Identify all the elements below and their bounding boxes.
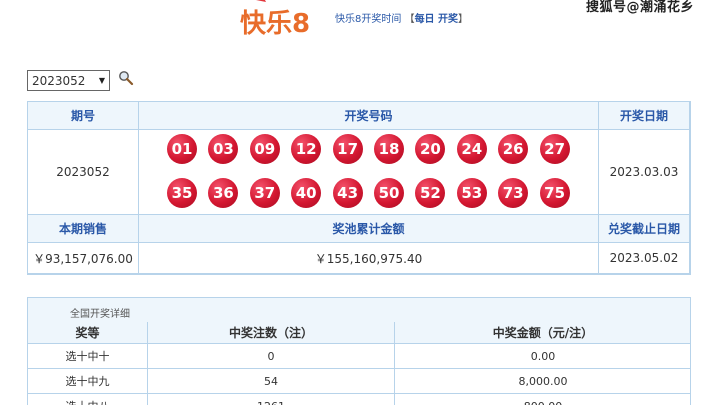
prize-count: 0: [148, 344, 395, 369]
number-ball: 26: [498, 134, 529, 164]
table-row: 选十中八 1261 800.00: [28, 394, 690, 405]
prize-header-row: 奖等 中奖注数（注） 中奖金额（元/注）: [28, 322, 690, 344]
number-ball: 18: [374, 134, 404, 164]
search-icon[interactable]: [118, 70, 134, 86]
pool-value: ￥155,160,975.40: [139, 243, 599, 274]
prize-level: 选十中十: [28, 344, 148, 369]
prize-detail-table: 全国开奖详细 奖等 中奖注数（注） 中奖金额（元/注） 选十中十 0 0.00 …: [27, 297, 691, 405]
prize-caption: 全国开奖详细: [28, 298, 690, 322]
period-value: 2023052: [28, 130, 139, 215]
numbers-header: 开奖号码: [139, 102, 599, 130]
bracket-close: 】: [458, 14, 469, 25]
prize-amount: 800.00: [395, 394, 690, 405]
number-ball: 01: [167, 134, 197, 164]
kuaile8-logo: 快乐8: [236, 0, 326, 40]
bracket-open: 【: [404, 14, 415, 25]
number-ball: 73: [498, 178, 529, 208]
draw-date: 2023.03.03: [599, 130, 690, 215]
prize-amount: 8,000.00: [395, 369, 690, 394]
number-ball: 37: [249, 178, 280, 208]
watermark: 搜狐号@潮涌花乡: [586, 0, 695, 15]
prize-count: 1261: [148, 394, 395, 405]
number-ball: 09: [249, 134, 280, 164]
number-ball: 40: [291, 178, 322, 208]
schedule-label: 快乐8开奖时间: [335, 14, 402, 25]
number-ball: 12: [291, 134, 322, 164]
sales-value: ￥93,157,076.00: [28, 243, 139, 274]
period-select-value: 2023052: [32, 73, 86, 88]
period-select[interactable]: 2023052 ▼: [27, 70, 110, 91]
deadline-value: 2023.05.02: [599, 243, 690, 274]
chevron-down-icon: ▼: [98, 76, 105, 85]
col-level: 奖等: [28, 322, 148, 344]
schedule-link[interactable]: 每日 开奖: [415, 14, 458, 25]
prize-amount: 0.00: [395, 344, 690, 369]
logo-text: 快乐8: [240, 9, 310, 39]
number-ball: 24: [456, 134, 487, 164]
col-count: 中奖注数（注）: [148, 322, 395, 344]
number-ball: 17: [332, 134, 363, 164]
table-row: 选十中十 0 0.00: [28, 344, 690, 369]
date-header: 开奖日期: [599, 102, 690, 130]
prize-count: 54: [148, 369, 395, 394]
col-amount: 中奖金额（元/注）: [395, 322, 690, 344]
prize-level: 选十中八: [28, 394, 148, 405]
period-header: 期号: [28, 102, 139, 130]
number-ball: 50: [374, 178, 404, 208]
number-ball: 27: [539, 134, 570, 164]
deadline-header: 兑奖截止日期: [599, 215, 690, 243]
prize-level: 选十中九: [28, 369, 148, 394]
number-ball: 53: [456, 178, 487, 208]
table-row: 选十中九 54 8,000.00: [28, 369, 690, 394]
draw-schedule: 快乐8开奖时间 【每日 开奖】: [335, 10, 468, 25]
number-ball: 75: [539, 178, 570, 208]
number-ball: 43: [332, 178, 363, 208]
number-ball: 35: [167, 178, 197, 208]
sales-header: 本期销售: [28, 215, 139, 243]
pool-header: 奖池累计金额: [139, 215, 599, 243]
